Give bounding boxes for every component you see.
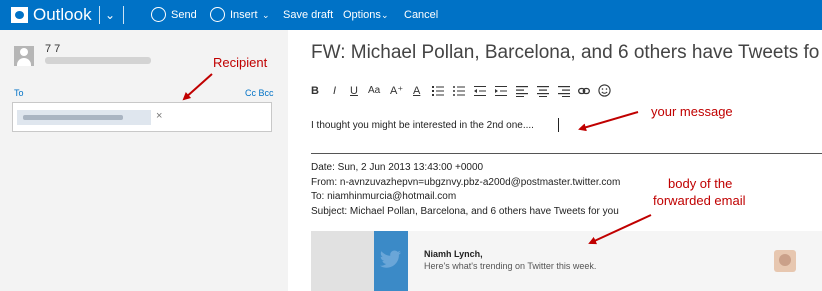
annotation-arrows [182, 73, 652, 245]
arrow-your-message [578, 111, 639, 132]
arrow-recipient [182, 73, 213, 101]
arrow-forwarded-body [588, 214, 652, 245]
